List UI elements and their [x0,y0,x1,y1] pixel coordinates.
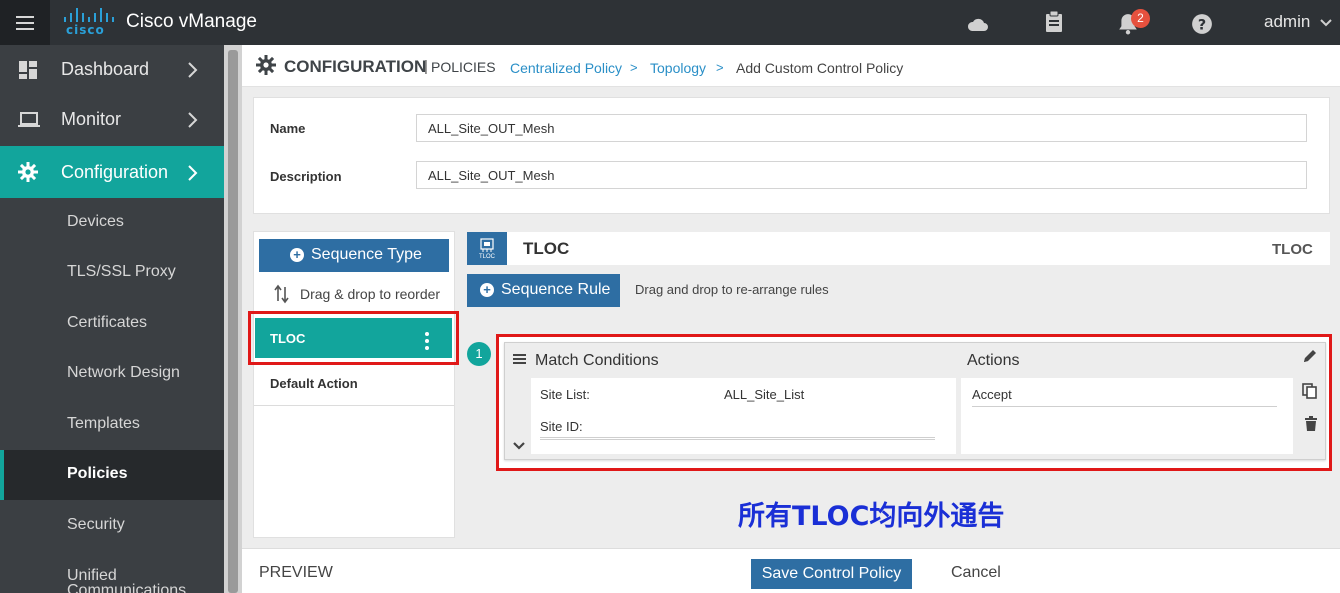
sidebar-subitem-network-design[interactable]: Network Design [0,349,224,399]
sidebar-subitem-policies[interactable]: Policies [0,450,224,500]
divider [540,437,935,440]
annotation-text: 所有TLOC均向外通告 [738,501,1005,532]
cisco-logo: cisco [62,8,114,37]
sidebar-subitem-security[interactable]: Security [0,501,224,551]
hamburger-menu-icon[interactable] [0,0,50,45]
help-icon[interactable]: ? [1191,13,1213,35]
app-title: Cisco vManage [126,11,257,32]
tloc-header [467,232,1330,265]
user-menu[interactable]: admin [1264,12,1310,32]
match-conditions-header: Match Conditions [535,352,659,369]
sequence-item-tloc[interactable]: TLOC [248,311,459,365]
add-sequence-rule-button[interactable]: + Sequence Rule [467,274,620,307]
laptop-icon [18,112,40,127]
sidebar-subitem-label: TLS/SSL Proxy [67,263,176,280]
breadcrumb-arrow: > [716,60,724,75]
brand-wordmark: cisco [66,23,105,37]
action-value: Accept [972,387,1012,402]
name-label: Name [270,121,306,136]
sidebar-item-label: Dashboard [61,59,150,79]
sidebar-subitem-devices[interactable]: Devices [0,198,224,248]
breadcrumb-page: POLICIES [431,59,496,75]
tloc-icon [480,238,494,252]
chevron-right-icon [188,62,198,78]
breadcrumb-divider: | [424,58,428,75]
sidebar-subitem-tls-ssl-proxy[interactable]: TLS/SSL Proxy [0,248,224,298]
rule-panel-title: TLOC [523,239,570,258]
description-label: Description [270,169,342,184]
breadcrumb: CONFIGURATION | POLICIES Centralized Pol… [242,45,1340,87]
condition-label: Site List: [540,387,590,402]
divider [972,406,1277,407]
sidebar-subitem-label: Network Design [67,364,180,381]
task-clipboard-icon[interactable] [1043,11,1065,33]
top-bar: cisco Cisco vManage 2 ? admin [0,0,1340,45]
gear-icon [18,162,38,182]
default-action-item[interactable]: Default Action [270,376,358,391]
condition-label: Site ID: [540,419,583,434]
trash-icon[interactable] [1303,416,1319,432]
plus-circle-icon: + [290,248,304,262]
rule-panel-type: TLOC [1272,241,1313,258]
breadcrumb-current: Add Custom Control Policy [736,60,904,76]
plus-circle-icon: + [480,283,494,297]
svg-text:?: ? [1198,18,1206,34]
copy-icon[interactable] [1302,383,1318,399]
breadcrumb-arrow: > [630,60,638,75]
scrollbar-thumb[interactable] [228,50,238,593]
kebab-menu-icon[interactable] [425,332,429,350]
sidebar-item-configuration[interactable]: Configuration [0,146,224,198]
sequence-item-label: TLOC [270,331,306,346]
sidebar-subitem-unified-communications[interactable]: Unified Communications [0,551,224,593]
save-control-policy-button[interactable]: Save Control Policy [751,559,912,589]
actions-header: Actions [967,352,1020,369]
button-label: Sequence Rule [501,281,611,298]
description-field[interactable] [416,161,1307,189]
sidebar-subitem-label: Certificates [67,314,148,331]
sidebar-subitem-label: Policies [67,465,128,482]
sidebar-subitem-label: Unified Communications [67,567,187,593]
rule-hint: Drag and drop to re-arrange rules [635,282,829,297]
breadcrumb-link-topology[interactable]: Topology [650,60,706,76]
tloc-badge: TLOC [467,232,507,265]
button-label: Sequence Type [311,246,422,263]
gear-icon [256,55,276,75]
tloc-badge-tag: TLOC [478,254,495,260]
sidebar-item-dashboard[interactable]: Dashboard [0,45,224,95]
chevron-right-icon [188,112,198,128]
sidebar-item-label: Monitor [61,109,122,129]
chevron-down-icon[interactable] [1320,13,1332,31]
cancel-button[interactable]: Cancel [951,564,1001,582]
selected-indicator [0,450,4,500]
reorder-hint: Drag & drop to reorder [300,286,441,302]
sidebar-subitem-certificates[interactable]: Certificates [0,299,224,349]
breadcrumb-section: CONFIGURATION [284,57,427,76]
preview-button[interactable]: PREVIEW [259,564,333,582]
condition-value: ALL_Site_List [724,387,805,402]
sidebar-item-monitor[interactable]: Monitor [0,95,224,145]
sidebar: Dashboard Monitor Configuration Devices … [0,45,224,593]
policy-info-card: Name Description [253,97,1330,214]
dashboard-icon [19,61,37,79]
sidebar-subitem-templates[interactable]: Templates [0,400,224,450]
drag-handle-icon[interactable] [513,354,526,365]
pencil-edit-icon[interactable] [1302,348,1318,364]
rule-number-badge: 1 [467,342,491,366]
chevron-right-icon [188,165,198,181]
breadcrumb-link-centralized-policy[interactable]: Centralized Policy [510,60,622,76]
chevron-down-icon[interactable] [512,440,526,452]
name-field[interactable] [416,114,1307,142]
sidebar-item-label: Configuration [61,162,169,182]
add-sequence-type-button[interactable]: + Sequence Type [259,239,449,272]
sidebar-subitem-label: Templates [67,415,140,432]
notification-badge: 2 [1131,9,1150,28]
sidebar-subitem-label: Security [67,516,125,533]
divider [254,405,454,406]
cloud-icon[interactable] [967,13,989,35]
sidebar-subitem-label: Devices [67,213,124,230]
reorder-arrows-icon [274,284,289,304]
